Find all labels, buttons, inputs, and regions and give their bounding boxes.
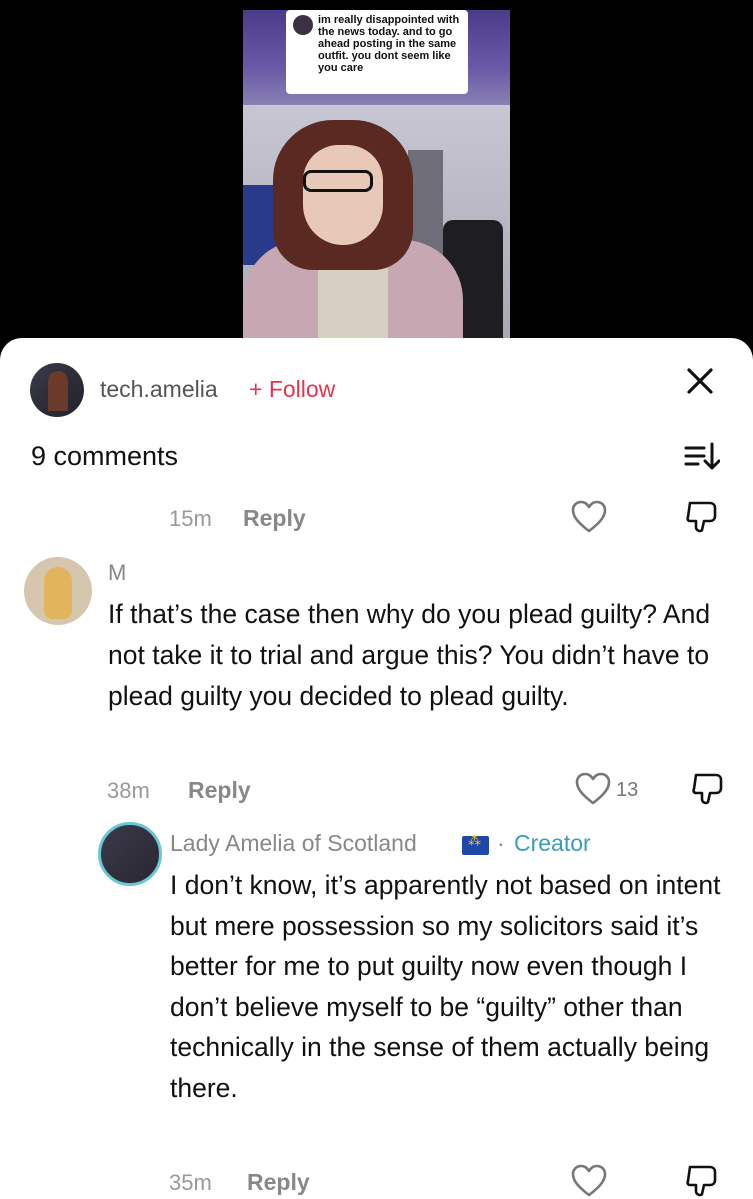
question-bubble: im really disappointed with the news tod…: [286, 10, 468, 94]
separator-dot: ·: [497, 830, 505, 856]
username[interactable]: tech.amelia: [100, 376, 218, 403]
person-face: [303, 145, 383, 245]
question-text: im really disappointed with the news tod…: [318, 14, 460, 74]
sort-icon[interactable]: [684, 440, 720, 474]
eu-flag-icon: [462, 834, 489, 855]
reply-text: I don’t know, it’s apparently not based …: [170, 870, 721, 1103]
comment-time: 38m: [107, 778, 150, 803]
like-count: 13: [616, 779, 639, 801]
creator-avatar[interactable]: [30, 363, 84, 417]
comment-author[interactable]: M: [108, 560, 126, 586]
comment-time: 15m: [169, 506, 212, 531]
reply-time: 35m: [169, 1170, 212, 1195]
video-area: im really disappointed with the news tod…: [0, 0, 753, 345]
comments-count: 9 comments: [31, 441, 179, 471]
reply-author[interactable]: Lady Amelia of Scotland: [170, 830, 417, 857]
reply-button[interactable]: Reply: [247, 1169, 310, 1196]
dislike-icon[interactable]: [684, 500, 720, 534]
reply-button[interactable]: Reply: [188, 777, 251, 804]
person-glasses: [303, 170, 373, 192]
commenter-avatar[interactable]: [24, 557, 92, 625]
heart-icon[interactable]: [571, 1164, 607, 1198]
dislike-icon[interactable]: [684, 1164, 720, 1198]
heart-icon[interactable]: [571, 500, 607, 534]
close-icon[interactable]: [684, 365, 716, 397]
creator-badge: Creator: [514, 830, 591, 856]
bubble-avatar: [293, 15, 313, 35]
comment-text: If that’s the case then why do you plead…: [108, 599, 711, 711]
creator-reply-avatar[interactable]: [98, 822, 162, 886]
heart-icon[interactable]: [575, 772, 611, 806]
follow-button[interactable]: + Follow: [249, 376, 335, 403]
dislike-icon[interactable]: [690, 772, 726, 806]
reply-button[interactable]: Reply: [243, 505, 306, 532]
